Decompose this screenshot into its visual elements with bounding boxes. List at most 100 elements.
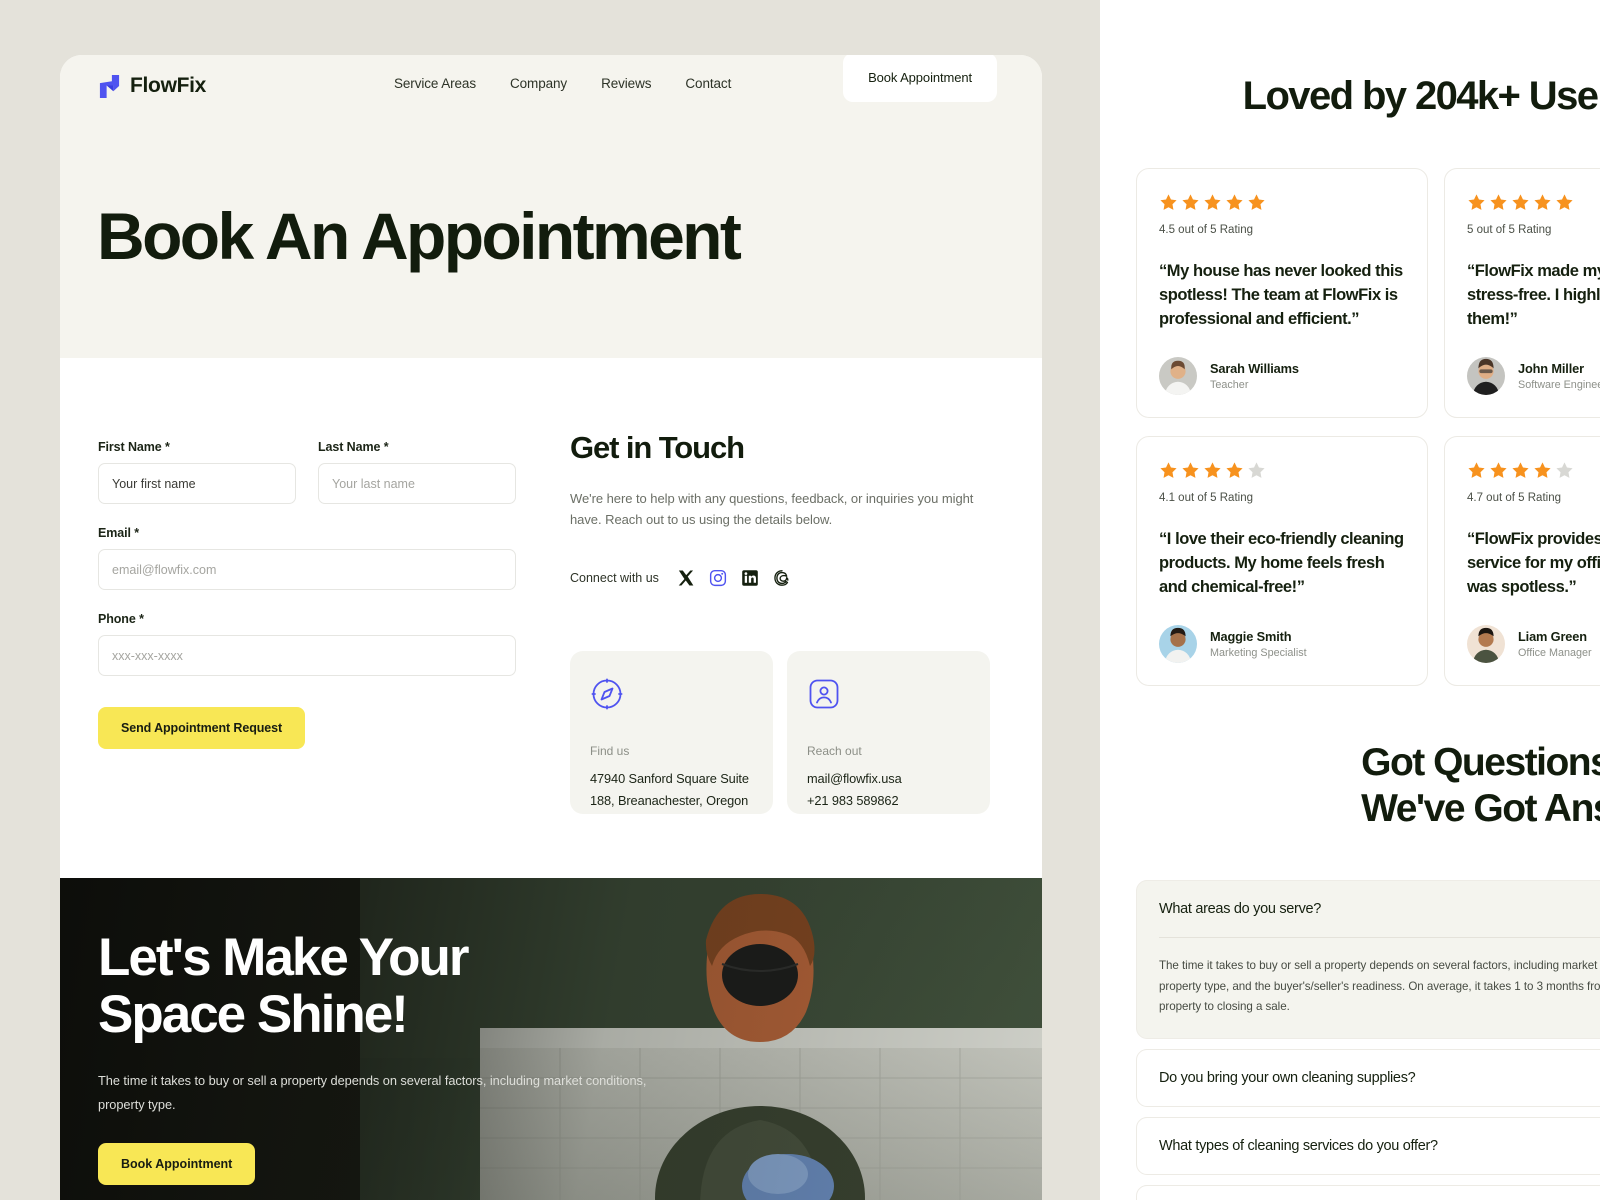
faq-item[interactable]: What types of cleaning services do you o… [1136, 1116, 1600, 1175]
star-icon [1226, 462, 1243, 478]
star-icon [1182, 194, 1199, 210]
email-input[interactable] [98, 549, 516, 590]
testimonial-card: 5 out of 5 Rating “FlowFix made my clean… [1444, 168, 1600, 418]
testimonial-card: 4.5 out of 5 Rating “My house has never … [1136, 168, 1428, 418]
instagram-icon[interactable] [709, 569, 727, 587]
star-icon [1512, 194, 1529, 210]
star-icon [1226, 194, 1243, 210]
author-role: Marketing Specialist [1210, 647, 1307, 660]
avatar [1467, 357, 1505, 396]
testimonial-card: 4.1 out of 5 Rating “I love their eco-fr… [1136, 436, 1428, 686]
reviews-heading: Loved by 204k+ Users [1242, 74, 1600, 118]
star-icon [1204, 194, 1221, 210]
logo-text: FlowFix [130, 74, 207, 97]
faq-question-row[interactable]: What areas do you serve? [1159, 881, 1600, 937]
testimonial-quote: “FlowFix made my cleaning stress-free. I… [1467, 262, 1600, 328]
star-rating [1467, 461, 1600, 480]
faq-answer: The time it takes to buy or sell a prope… [1159, 937, 1600, 1038]
send-appointment-request-button[interactable]: Send Appointment Request [98, 707, 306, 749]
star-icon [1160, 194, 1177, 210]
reach-out-card: Reach out mail@flowfix.usa +21 983 58986… [787, 651, 990, 815]
find-us-address-line1: 47940 Sanford Square Suite [590, 771, 749, 787]
last-name-input[interactable] [318, 463, 516, 504]
nav-links: Service Areas Company Reviews Contact [394, 76, 731, 91]
faq-question: What types of cleaning services do you o… [1159, 1137, 1438, 1154]
field-last-name: Last Name * [318, 440, 516, 504]
phone-label: Phone * [98, 612, 144, 626]
social-row: Connect with us [570, 569, 990, 587]
nav-link-contact[interactable]: Contact [685, 76, 731, 91]
avatar [1467, 625, 1505, 664]
star-icon [1534, 462, 1551, 478]
banner-description: The time it takes to buy or sell a prope… [98, 1073, 647, 1113]
first-name-input[interactable] [98, 463, 296, 504]
book-appointment-button[interactable]: Book Appointment [843, 55, 997, 102]
faq-question-row[interactable]: Do you bring your own cleaning supplies? [1159, 1050, 1600, 1106]
faq-question-row[interactable]: What if I'm not satisfied with the clean… [1159, 1186, 1600, 1200]
rating-text: 4.7 out of 5 Rating [1467, 492, 1561, 504]
compass-icon [591, 678, 623, 710]
reach-out-email[interactable]: mail@flowfix.usa [807, 768, 970, 789]
star-icon [1534, 194, 1551, 210]
author-role: Office Manager [1518, 647, 1592, 660]
page-root: FlowFix Service Areas Company Reviews Co… [0, 0, 1600, 1200]
banner-book-appointment-button[interactable]: Book Appointment [98, 1142, 256, 1185]
field-first-name: First Name * [98, 440, 296, 504]
phone-input[interactable] [98, 635, 516, 676]
contact-cards: Find us 47940 Sanford Square Suite 188, … [570, 651, 990, 815]
x-twitter-icon[interactable] [677, 569, 695, 587]
avatar [1159, 625, 1197, 664]
faq-question: What areas do you serve? [1159, 901, 1322, 917]
star-icon [1468, 462, 1485, 478]
faq-question-row[interactable]: What types of cleaning services do you o… [1159, 1118, 1600, 1174]
faq-item[interactable]: Do you bring your own cleaning supplies? [1136, 1048, 1600, 1107]
testimonial-author: Maggie Smith Marketing Specialist [1159, 625, 1405, 664]
logo[interactable]: FlowFix [98, 74, 206, 99]
user-contact-icon [809, 679, 839, 709]
star-icon [1556, 194, 1573, 210]
nav-link-service-areas[interactable]: Service Areas [394, 76, 476, 91]
avatar-image [1159, 625, 1197, 664]
avatar-image [1467, 357, 1505, 396]
navbar: FlowFix Service Areas Company Reviews Co… [60, 55, 1042, 117]
field-phone: Phone * [98, 612, 516, 676]
page-title: Book An Appointment [97, 199, 742, 273]
get-in-touch: Get in Touch We're here to help with any… [570, 418, 990, 878]
avatar-image [1159, 357, 1197, 396]
nav-link-reviews[interactable]: Reviews [601, 76, 651, 91]
faq-list: What areas do you serve? The time it tak… [1136, 880, 1600, 1200]
testimonial-author: Liam Green Office Manager [1467, 625, 1600, 664]
linkedin-icon[interactable] [741, 569, 759, 587]
threads-icon[interactable] [773, 569, 791, 587]
reach-out-phone[interactable]: +21 983 589862 [807, 790, 970, 811]
contact-section: First Name * Last Name * Email * Phone * [60, 358, 1042, 878]
star-rating [1467, 193, 1600, 212]
nav-link-company[interactable]: Company [510, 76, 567, 91]
star-rating [1159, 193, 1405, 212]
star-icon [1160, 462, 1177, 478]
faq-item[interactable]: What if I'm not satisfied with the clean… [1136, 1184, 1600, 1200]
rating-text: 4.5 out of 5 Rating [1159, 224, 1253, 236]
author-name: Liam Green [1518, 629, 1587, 645]
banner-title-line2: Space Shine! [98, 984, 409, 1044]
testimonial-quote: “I love their eco-friendly cleaning prod… [1159, 530, 1404, 596]
right-page-panel: Loved by 204k+ Users 4.5 out of 5 Rating… [1100, 0, 1600, 1200]
reach-out-kicker: Reach out [807, 744, 862, 759]
appointment-form: First Name * Last Name * Email * Phone * [98, 418, 516, 878]
faq-question: Do you bring your own cleaning supplies? [1159, 1069, 1416, 1086]
author-role: Software Engineer [1518, 379, 1600, 392]
star-icon [1204, 462, 1221, 478]
field-email: Email * [98, 526, 516, 590]
first-name-label: First Name * [98, 440, 170, 454]
star-icon [1468, 194, 1485, 210]
author-name: John Miller [1518, 361, 1584, 377]
star-icon-empty [1248, 462, 1265, 478]
flowfix-logo-icon [99, 74, 120, 98]
star-icon [1490, 194, 1507, 210]
star-icon [1512, 462, 1529, 478]
find-us-address-line2: 188, Breanachester, Oregon [590, 792, 749, 808]
faq-item[interactable]: What areas do you serve? The time it tak… [1136, 880, 1600, 1039]
faq-heading: Got Questions? We've Got Answers [1361, 740, 1600, 832]
find-us-kicker: Find us [590, 744, 630, 759]
star-icon [1182, 462, 1199, 478]
